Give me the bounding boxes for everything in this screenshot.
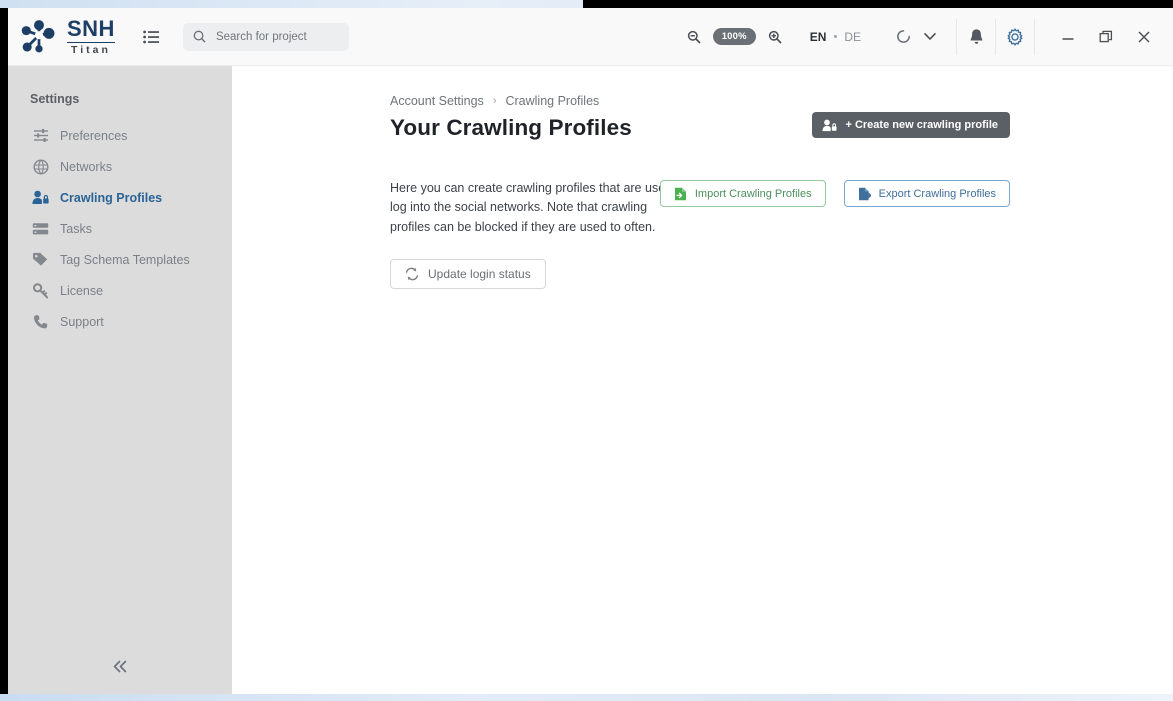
import-button-label: Import Crawling Profiles (694, 187, 812, 200)
create-new-crawling-profile-button[interactable]: + Create new crawling profile (812, 112, 1010, 138)
sidebar-item-crawling-profiles[interactable]: Crawling Profiles (8, 182, 232, 213)
search-icon (193, 30, 206, 43)
export-button-label: Export Crawling Profiles (878, 187, 996, 200)
file-import-icon (674, 187, 687, 201)
application-window: SNH Titan Search for project 100% EN • D… (0, 8, 1173, 694)
sidebar-item-label: Networks (60, 159, 113, 174)
sidebar-item-label: Tasks (60, 221, 92, 236)
app-header: SNH Titan Search for project 100% EN • D… (8, 8, 1173, 66)
sidebar-item-label: Crawling Profiles (60, 190, 163, 205)
search-box[interactable] (182, 22, 349, 51)
export-crawling-profiles-button[interactable]: Export Crawling Profiles (843, 180, 1010, 207)
breadcrumb-current[interactable]: Crawling Profiles (505, 94, 599, 108)
sidebar-item-networks[interactable]: Networks (8, 151, 232, 182)
import-export-buttons: Import Crawling Profiles Export Crawling… (659, 180, 1010, 207)
sidebar-item-label: Support (60, 314, 104, 329)
sidebar-item-tasks[interactable]: Tasks (8, 213, 232, 244)
zoom-level-badge[interactable]: 100% (712, 28, 756, 45)
zoom-out-icon[interactable] (687, 30, 701, 44)
search-input[interactable] (213, 29, 338, 44)
language-en[interactable]: EN (810, 30, 827, 44)
update-login-status-button[interactable]: Update login status (390, 259, 546, 290)
settings-sidebar: Settings Preferences Networks Crawling P… (8, 66, 232, 694)
user-lock-icon (32, 189, 49, 206)
sliders-icon (32, 127, 49, 144)
sync-status-group (895, 28, 936, 45)
restore-icon[interactable] (1087, 18, 1125, 56)
close-icon[interactable] (1125, 18, 1163, 56)
sidebar-nav-list: Preferences Networks Crawling Profiles T… (8, 120, 232, 337)
zoom-in-icon[interactable] (768, 30, 782, 44)
page-description: Here you can create crawling profiles th… (390, 181, 686, 234)
update-button-label: Update login status (428, 267, 531, 282)
file-export-icon (858, 187, 871, 201)
desktop-background-bottom (0, 694, 1173, 701)
content-inner: Account Settings › Crawling Profiles You… (232, 66, 1173, 290)
zoom-controls: 100% (687, 28, 782, 45)
network-nodes-icon (21, 19, 55, 52)
app-logo[interactable]: SNH Titan (19, 15, 115, 56)
key-icon (32, 282, 49, 299)
chevron-double-left-icon (112, 660, 128, 678)
create-button-label: + Create new crawling profile (845, 119, 998, 131)
chevron-down-icon[interactable] (924, 32, 936, 41)
sidebar-title: Settings (30, 92, 80, 106)
sidebar-item-label: Preferences (60, 128, 128, 143)
window-left-edge (0, 8, 8, 694)
globe-icon (32, 158, 49, 175)
breadcrumb-separator: › (492, 95, 497, 107)
language-switcher: EN • DE (810, 30, 861, 44)
window-controls (1049, 18, 1163, 56)
breadcrumb-parent[interactable]: Account Settings (390, 94, 484, 108)
sync-spinner-icon[interactable] (895, 28, 912, 45)
phone-icon (32, 313, 49, 330)
logo-secondary-text: Titan (67, 41, 115, 56)
tag-icon (32, 251, 49, 268)
user-lock-icon (822, 119, 837, 132)
refresh-icon (405, 267, 419, 281)
list-view-icon[interactable] (141, 27, 161, 47)
sidebar-item-license[interactable]: License (8, 275, 232, 306)
desktop-background-strip (583, 0, 1173, 8)
logo-primary-text: SNH (67, 15, 115, 41)
sidebar-item-label: License (60, 283, 104, 298)
language-de[interactable]: DE (844, 30, 861, 44)
main-content: Account Settings › Crawling Profiles You… (232, 66, 1173, 694)
breadcrumb: Account Settings › Crawling Profiles (390, 94, 1173, 108)
minimize-icon[interactable] (1049, 18, 1087, 56)
language-separator: • (833, 30, 838, 43)
server-stack-icon (32, 220, 49, 237)
sidebar-item-support[interactable]: Support (8, 306, 232, 337)
import-crawling-profiles-button[interactable]: Import Crawling Profiles (659, 180, 826, 207)
header-divider-3 (1034, 18, 1035, 55)
sidebar-item-label: Tag Schema Templates (60, 252, 190, 267)
sidebar-item-preferences[interactable]: Preferences (8, 120, 232, 151)
page-title: Your Crawling Profiles (390, 115, 632, 140)
bell-icon[interactable] (957, 18, 995, 56)
gear-icon[interactable] (996, 18, 1034, 56)
sidebar-collapse-button[interactable] (8, 660, 232, 678)
sidebar-item-tag-schema-templates[interactable]: Tag Schema Templates (8, 244, 232, 275)
